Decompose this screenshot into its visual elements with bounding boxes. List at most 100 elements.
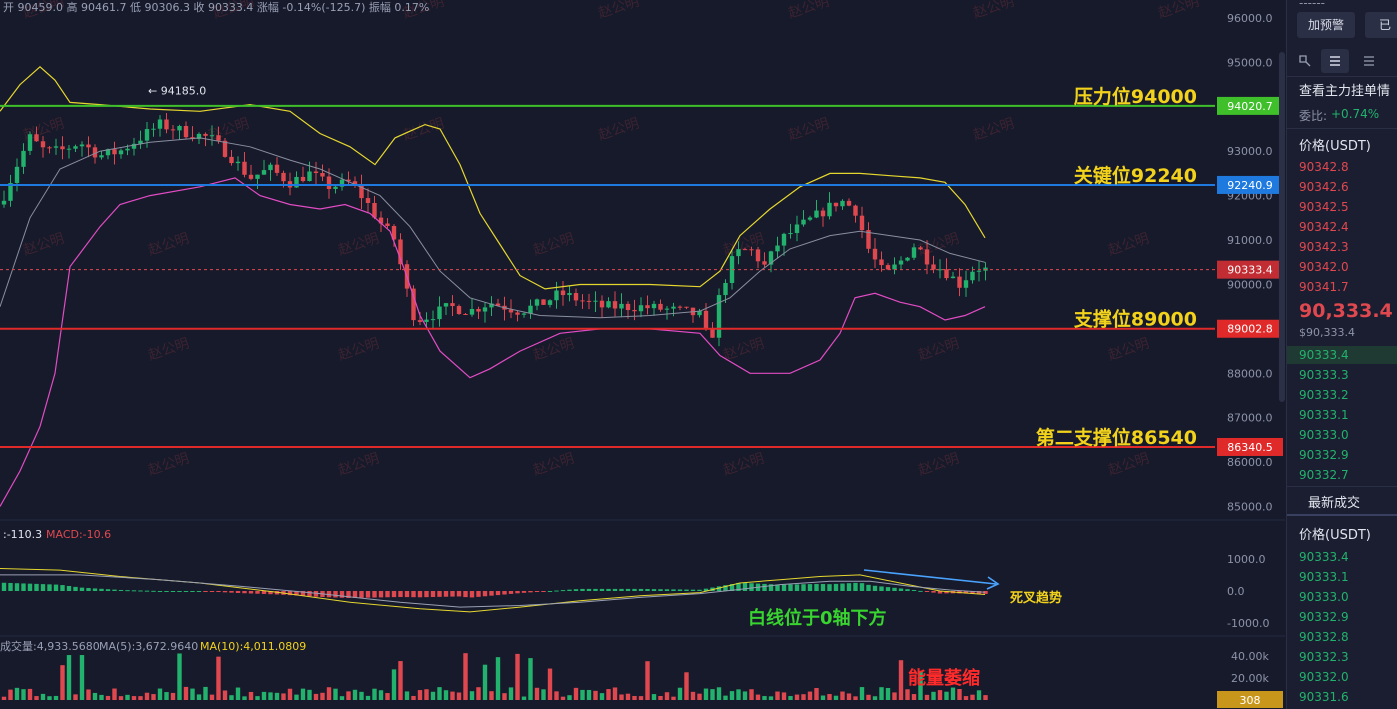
add-alert-button[interactable]: 加预警 [1297, 12, 1355, 38]
bid-row[interactable]: 90332.9 [1299, 448, 1349, 462]
trade-row[interactable]: 90331.6 [1299, 690, 1349, 704]
bid-row[interactable]: 90333.2 [1299, 388, 1349, 402]
macd-histogram-bar [924, 591, 930, 592]
ask-row[interactable]: 90342.4 [1299, 220, 1349, 234]
ask-row[interactable]: 90341.7 [1299, 280, 1349, 294]
macd-histogram-bar [632, 588, 637, 591]
macd-histogram-bar [157, 591, 163, 592]
candle-body [885, 265, 891, 270]
volume-bar [794, 694, 800, 700]
macd-histogram-bar [762, 583, 767, 591]
trade-row[interactable]: 90332.3 [1299, 650, 1349, 664]
ask-row[interactable]: 90342.3 [1299, 240, 1349, 254]
candle-body [898, 260, 904, 265]
trade-row[interactable]: 90333.0 [1299, 590, 1349, 604]
bid-row[interactable]: 90333.0 [1299, 428, 1349, 442]
candle-body [47, 147, 52, 149]
candle-body [749, 249, 754, 251]
macd-histogram-bar [807, 584, 813, 591]
candle-body [853, 205, 858, 216]
volume-bar [716, 687, 722, 700]
volume-bar [164, 692, 169, 700]
candle-body [541, 299, 546, 305]
candle-body [521, 313, 527, 315]
macd-histogram-bar [398, 591, 403, 597]
candle-body [807, 217, 813, 220]
trade-row[interactable]: 90333.1 [1299, 570, 1349, 584]
volume-bar [976, 690, 982, 700]
trade-row[interactable]: 90332.9 [1299, 610, 1349, 624]
volume-bar [495, 657, 501, 700]
macd-histogram-bar [209, 591, 215, 592]
trade-row[interactable]: 90333.4 [1299, 550, 1349, 564]
other-button[interactable]: 已 [1365, 12, 1397, 38]
volume-bar [190, 688, 195, 700]
orderbook-title[interactable]: 查看主力挂单情 [1299, 80, 1390, 99]
macd-histogram-bar [690, 589, 696, 591]
volume-bar [807, 691, 813, 700]
volume-bar [281, 693, 286, 700]
price-tick-label: 85000.0 [1227, 501, 1273, 514]
volume-bar [274, 692, 280, 700]
volume-bar [632, 695, 637, 700]
bid-row[interactable]: 90333.1 [1299, 408, 1349, 422]
candle-body [593, 300, 598, 302]
level-axis-label: 92240.9 [1227, 179, 1273, 192]
price-tick-label: 93000.0 [1227, 145, 1273, 158]
volume-bar [482, 664, 488, 700]
macd-histogram-bar [651, 589, 657, 591]
volume-bar [684, 672, 689, 700]
ask-row[interactable]: 90342.6 [1299, 180, 1349, 194]
macd-histogram-bar [827, 584, 832, 591]
depth-icon[interactable] [1297, 53, 1313, 69]
price-tick-label: 90000.0 [1227, 278, 1273, 291]
macd-histogram-bar [177, 591, 182, 592]
macd-histogram-bar [567, 589, 572, 591]
candle-body [567, 293, 572, 296]
candle-body [671, 306, 676, 309]
macd-histogram-bar [612, 588, 618, 591]
volume-bar [723, 695, 728, 700]
bid-row[interactable]: 90332.7 [1299, 468, 1349, 482]
candle-body [209, 135, 215, 137]
bid-row[interactable]: 90333.4 [1299, 348, 1349, 362]
candle-body [430, 319, 436, 321]
volume-bar [235, 687, 241, 700]
orderbook-view-active[interactable] [1321, 49, 1349, 73]
candle-body [580, 300, 585, 302]
macd-histogram-bar [456, 591, 462, 597]
ask-row[interactable]: 90342.8 [1299, 160, 1349, 174]
candle-body [950, 276, 956, 279]
ask-row[interactable]: 90342.0 [1299, 260, 1349, 274]
list-icon[interactable] [1361, 53, 1377, 69]
volume-bar [391, 669, 397, 700]
volume-bar [599, 693, 605, 700]
candle-body [872, 248, 878, 260]
mid-price: 90,333.4 [1299, 300, 1393, 322]
macd-histogram-bar [378, 591, 384, 598]
ask-row[interactable]: 90342.5 [1299, 200, 1349, 214]
volume-bar [937, 690, 943, 700]
volume-bar [339, 696, 345, 700]
volume-bar [430, 691, 436, 700]
chart-scrollbar[interactable] [1279, 52, 1285, 402]
macd-histogram-bar [859, 583, 865, 591]
candle-body [664, 308, 670, 310]
macd-histogram-bar [248, 591, 254, 594]
candle-body [892, 264, 897, 270]
volume-bar [417, 690, 423, 700]
bid-row[interactable]: 90333.3 [1299, 368, 1349, 382]
trades-title[interactable]: 最新成交 [1308, 492, 1360, 511]
volume-bar [697, 693, 702, 700]
list-both-icon [1330, 56, 1340, 66]
macd-histogram-bar [495, 591, 501, 596]
chart-area[interactable]: 赵公明 赵公明 赵公明 赵公明 赵公明 赵公明 赵公明赵公明 赵公明 赵公明 赵公明 赵公明 赵公明赵… [0, 0, 1285, 709]
macd-histogram-bar [1, 582, 7, 591]
trade-row[interactable]: 90332.8 [1299, 630, 1349, 644]
panel-dashes: ------ [1299, 0, 1325, 10]
macd-histogram-bar [898, 588, 904, 591]
volume-bar [437, 687, 442, 700]
candle-body [651, 303, 657, 309]
trade-row[interactable]: 90332.0 [1299, 670, 1349, 684]
candle-body [274, 164, 280, 173]
